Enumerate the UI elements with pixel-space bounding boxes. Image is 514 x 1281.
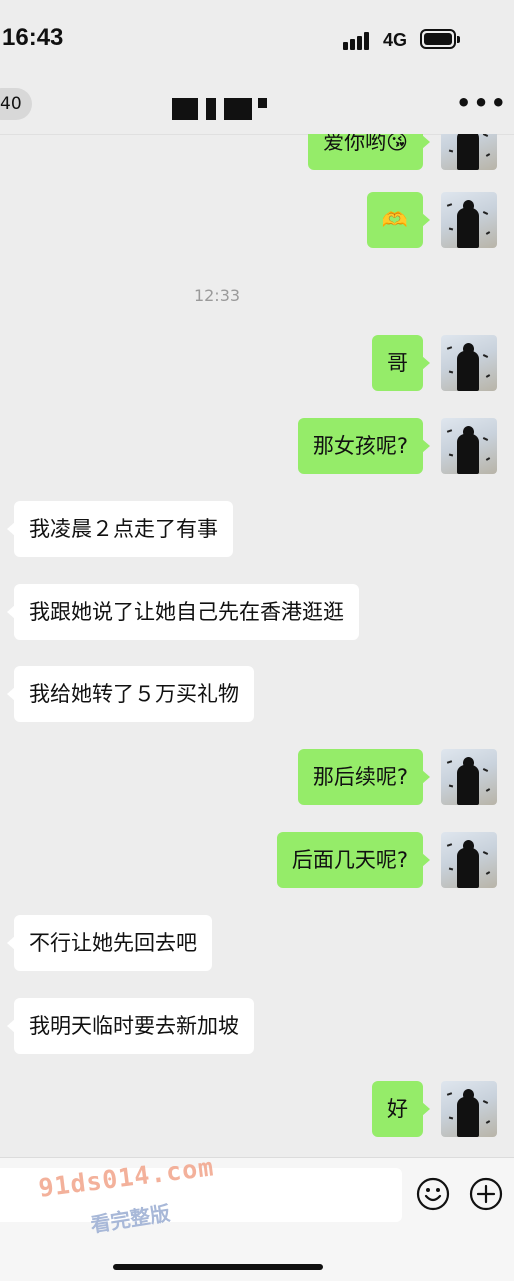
message-bubble-outgoing[interactable]: 后面几天呢?: [276, 832, 431, 888]
message-bubble-outgoing[interactable]: 哥: [372, 335, 430, 391]
message-bubble-incoming[interactable]: 我明天临时要去新加坡: [7, 998, 254, 1054]
battery-icon: [420, 29, 460, 49]
plus-circle-icon[interactable]: [469, 1177, 503, 1211]
self-avatar[interactable]: [441, 134, 497, 170]
chat-title-redacted: [172, 98, 267, 120]
message-list[interactable]: 爱你哟😘 🫶 12:33 哥 那女孩呢? 我凌晨２点走了有事 我跟她说了让她自己…: [0, 134, 514, 1157]
message-timestamp: 12:33: [193, 286, 241, 305]
message-bubble-outgoing[interactable]: 那后续呢?: [297, 749, 431, 805]
more-options-icon[interactable]: •••: [456, 91, 506, 115]
self-avatar[interactable]: [441, 418, 497, 474]
network-type: 4G: [383, 30, 408, 50]
self-avatar[interactable]: [441, 749, 497, 805]
message-bubble-incoming[interactable]: 我凌晨２点走了有事: [7, 501, 233, 557]
message-bubble-incoming[interactable]: 我给她转了５万买礼物: [7, 666, 254, 722]
home-indicator: [113, 1264, 323, 1270]
message-bubble-outgoing[interactable]: 🫶: [366, 192, 431, 248]
status-bar: 16:43 4G: [0, 0, 514, 80]
self-avatar[interactable]: [441, 832, 497, 888]
message-bubble-incoming[interactable]: 不行让她先回去吧: [7, 915, 212, 971]
message-bubble-outgoing[interactable]: 好: [372, 1081, 430, 1137]
self-avatar[interactable]: [441, 335, 497, 391]
self-avatar[interactable]: [441, 192, 497, 248]
smiley-icon[interactable]: [416, 1177, 450, 1211]
self-avatar[interactable]: [441, 1081, 497, 1137]
status-time: 16:43: [2, 24, 64, 51]
signal-icon: [343, 30, 375, 50]
chat-header: 40 •••: [0, 80, 514, 135]
message-bubble-incoming[interactable]: 我跟她说了让她自己先在香港逛逛: [7, 584, 359, 640]
message-bubble-outgoing[interactable]: 爱你哟😘: [308, 134, 430, 170]
back-unread-badge[interactable]: 40: [0, 88, 32, 120]
message-bubble-outgoing[interactable]: 那女孩呢?: [297, 418, 431, 474]
